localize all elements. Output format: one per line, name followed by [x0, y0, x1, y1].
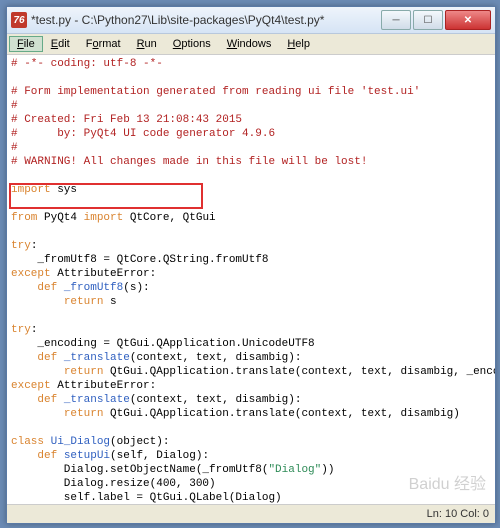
menu-options[interactable]: Options — [165, 36, 219, 52]
code-line: # by: PyQt4 UI code generator 4.9.6 — [11, 127, 491, 141]
menu-format[interactable]: Format — [78, 36, 129, 52]
code-line — [11, 197, 491, 211]
code-line — [11, 169, 491, 183]
close-button[interactable]: ✕ — [445, 10, 491, 30]
code-line: except AttributeError: — [11, 267, 491, 281]
code-line: # WARNING! All changes made in this file… — [11, 155, 491, 169]
code-line: try: — [11, 323, 491, 337]
menu-run[interactable]: Run — [129, 36, 165, 52]
code-line: import sys — [11, 183, 491, 197]
app-window: 76 *test.py - C:\Python27\Lib\site-packa… — [6, 6, 496, 524]
code-line: _encoding = QtGui.QApplication.UnicodeUT… — [11, 337, 491, 351]
code-line — [11, 309, 491, 323]
code-line: # — [11, 99, 491, 113]
window-controls: ─ ☐ ✕ — [381, 10, 491, 30]
code-line — [11, 225, 491, 239]
code-line — [11, 421, 491, 435]
titlebar[interactable]: 76 *test.py - C:\Python27\Lib\site-packa… — [7, 7, 495, 34]
window-title: *test.py - C:\Python27\Lib\site-packages… — [31, 13, 381, 27]
maximize-button[interactable]: ☐ — [413, 10, 443, 30]
code-line: def _translate(context, text, disambig): — [11, 393, 491, 407]
statusbar: Ln: 10 Col: 0 — [7, 504, 495, 523]
code-line: class Ui_Dialog(object): — [11, 435, 491, 449]
code-line: # Form implementation generated from rea… — [11, 85, 491, 99]
menu-edit[interactable]: Edit — [43, 36, 78, 52]
menu-windows[interactable]: Windows — [219, 36, 280, 52]
code-line: # Created: Fri Feb 13 21:08:43 2015 — [11, 113, 491, 127]
code-line: return QtGui.QApplication.translate(cont… — [11, 407, 491, 421]
code-line: try: — [11, 239, 491, 253]
minimize-button[interactable]: ─ — [381, 10, 411, 30]
menubar: FileEditFormatRunOptionsWindowsHelp — [7, 34, 495, 55]
code-line: _fromUtf8 = QtCore.QString.fromUtf8 — [11, 253, 491, 267]
menu-help[interactable]: Help — [279, 36, 318, 52]
code-line: from PyQt4 import QtCore, QtGui — [11, 211, 491, 225]
code-line: Dialog.setObjectName(_fromUtf8("Dialog")… — [11, 463, 491, 477]
code-line: # -*- coding: utf-8 -*- — [11, 57, 491, 71]
menu-file[interactable]: File — [9, 36, 43, 52]
code-line: return QtGui.QApplication.translate(cont… — [11, 365, 491, 379]
app-icon: 76 — [11, 12, 27, 28]
code-line: Dialog.resize(400, 300) — [11, 477, 491, 491]
code-line: # — [11, 141, 491, 155]
code-line — [11, 71, 491, 85]
code-line: def setupUi(self, Dialog): — [11, 449, 491, 463]
code-line: return s — [11, 295, 491, 309]
code-editor[interactable]: # -*- coding: utf-8 -*- # Form implement… — [7, 55, 495, 504]
code-line: except AttributeError: — [11, 379, 491, 393]
cursor-position: Ln: 10 Col: 0 — [427, 508, 489, 520]
code-line: self.label = QtGui.QLabel(Dialog) — [11, 491, 491, 504]
code-line: def _fromUtf8(s): — [11, 281, 491, 295]
code-line: def _translate(context, text, disambig): — [11, 351, 491, 365]
